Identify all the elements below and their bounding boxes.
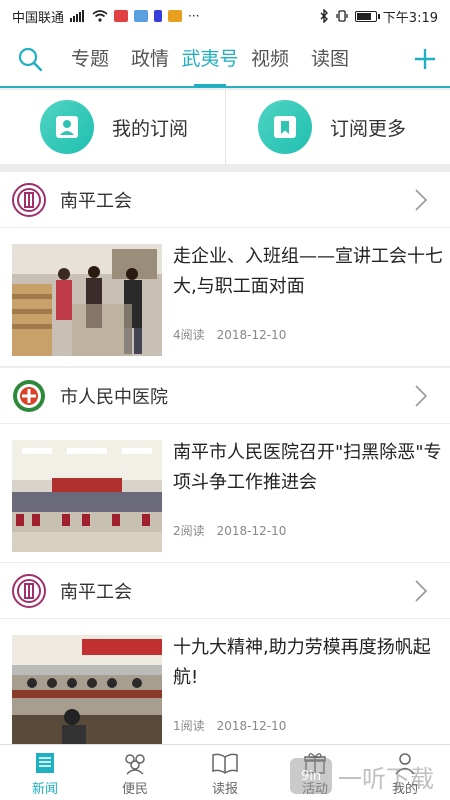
more-notifications-icon: ··· (188, 9, 200, 23)
app-notification-icon (134, 10, 149, 22)
chevron-right-icon (415, 384, 428, 407)
article-meta: 2阅读 2018-12-10 (173, 522, 286, 539)
bottom-nav-services[interactable]: 便民 (90, 745, 180, 800)
newspaper-icon (36, 753, 54, 773)
bookmark-icon (258, 100, 312, 154)
notification-icons: ··· (92, 9, 199, 23)
publish-date: 2018-12-10 (216, 328, 287, 342)
trade-union-logo-icon (12, 573, 46, 608)
read-count: 2阅读 (173, 524, 205, 538)
vibrate-icon (336, 10, 348, 22)
hospital-logo-icon (12, 379, 46, 413)
subscribe-strip: 我的订阅 订阅更多 (0, 90, 450, 164)
tab-video[interactable]: 视频 (240, 31, 300, 87)
subscribe-more-button[interactable]: 订阅更多 (225, 90, 450, 164)
clock: 下午3:19 (382, 10, 438, 26)
add-channel-button[interactable] (400, 31, 450, 87)
article-item[interactable]: 南平市人民医院召开"扫黑除恶"专项斗争工作推进会 2阅读 2018-12-10 (0, 424, 450, 562)
source-name: 市人民中医院 (60, 386, 168, 408)
article-title: 走企业、入班组——宣讲工会十七大,与职工面对面 (173, 246, 443, 297)
bottom-nav-news[interactable]: 新闻 (0, 745, 90, 800)
channel-tabs: 专题 政情 武夷号 视频 读图 (60, 31, 400, 87)
tab-wuyi-accounts[interactable]: 武夷号 (180, 31, 240, 87)
bottom-nav-label: 新闻 (31, 782, 58, 797)
article-item[interactable]: 走企业、入班组——宣讲工会十七大,与职工面对面 4阅读 2018-12-10 (0, 228, 450, 366)
bottom-nav-label: 便民 (121, 782, 148, 797)
watermark-text: 一听下载 (338, 764, 434, 793)
read-count: 4阅读 (173, 328, 205, 342)
source-header[interactable]: 市人民中医院 (0, 368, 450, 424)
subscribe-more-label: 订阅更多 (330, 117, 407, 140)
wifi-icon (92, 10, 108, 22)
top-nav: 专题 政情 武夷号 视频 读图 (0, 32, 450, 88)
app-notification-icon (154, 10, 163, 22)
article-meta: 4阅读 2018-12-10 (173, 326, 286, 343)
article-meta: 1阅读 2018-12-10 (173, 717, 286, 734)
source-header[interactable]: 南平工会 (0, 563, 450, 619)
battery-icon (354, 10, 380, 22)
article-card: 南平工会 十九大精神,助力劳模再度扬帆起航! 1阅读 2018-12-10 (0, 563, 450, 744)
trade-union-logo-icon (12, 182, 46, 217)
my-subscriptions-label: 我的订阅 (112, 117, 189, 140)
chevron-right-icon (415, 579, 428, 602)
article-title: 南平市人民医院召开"扫黑除恶"专项斗争工作推进会 (173, 442, 442, 493)
read-count: 1阅读 (173, 719, 205, 733)
bottom-nav-label: 读报 (211, 782, 238, 797)
watermark: 9in 一听下载 (290, 752, 450, 800)
article-item[interactable]: 十九大精神,助力劳模再度扬帆起航! 1阅读 2018-12-10 (0, 619, 450, 744)
people-icon (125, 754, 145, 775)
app-notification-icon (114, 10, 129, 22)
article-card: 市人民中医院 南平市人民医院召开"扫黑除恶"专项斗争工作推进会 2阅读 2018-… (0, 368, 450, 562)
article-thumbnail (12, 244, 162, 356)
tab-politics[interactable]: 政情 (120, 31, 180, 87)
signal-icon (70, 10, 85, 22)
publish-date: 2018-12-10 (216, 524, 287, 538)
tab-pictures[interactable]: 读图 (300, 31, 360, 87)
tab-topics[interactable]: 专题 (60, 31, 120, 87)
article-card: 南平工会 走企业、入班组——宣讲工会十七大,与职工面对面 4阅读 2018-12-… (0, 172, 450, 366)
carrier-name: 中国联通 (12, 10, 65, 26)
plus-icon (415, 49, 435, 69)
article-title: 十九大精神,助力劳模再度扬帆起航! (173, 637, 431, 688)
source-header[interactable]: 南平工会 (0, 172, 450, 228)
source-name: 南平工会 (60, 581, 132, 603)
watermark-logo: 9in (290, 758, 332, 794)
app-notification-icon (168, 10, 183, 22)
search-icon (18, 47, 43, 72)
search-button[interactable] (0, 31, 60, 87)
source-name: 南平工会 (60, 190, 132, 212)
user-icon (40, 100, 94, 154)
bluetooth-icon (320, 9, 328, 23)
my-subscriptions-button[interactable]: 我的订阅 (0, 90, 225, 164)
chevron-right-icon (415, 188, 428, 211)
publish-date: 2018-12-10 (216, 719, 287, 733)
open-book-icon (212, 753, 238, 774)
status-bar: 中国联通 ··· 下午3:19 (0, 0, 450, 32)
article-thumbnail (12, 440, 162, 552)
bottom-nav-paper[interactable]: 读报 (180, 745, 270, 800)
article-thumbnail (12, 635, 162, 744)
